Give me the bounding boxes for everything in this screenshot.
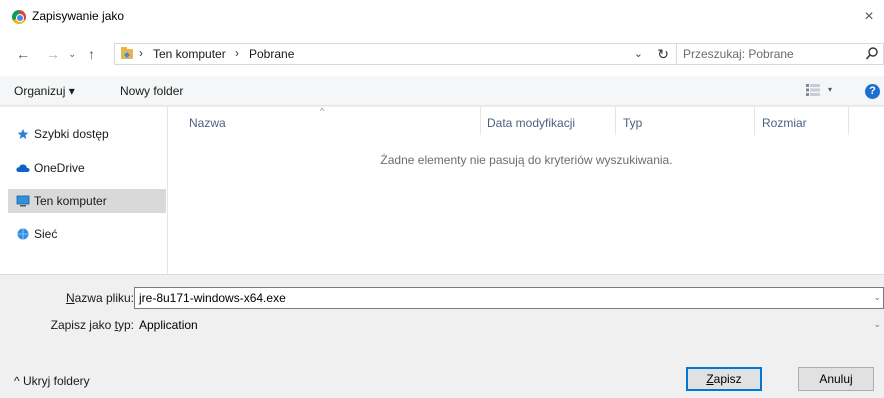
column-divider[interactable] [615,107,616,135]
close-button[interactable]: × [854,0,884,34]
organize-menu-button[interactable]: Organizuj ▾ [14,84,75,98]
cloud-icon [16,164,30,172]
sidebar-item-onedrive[interactable]: OneDrive [8,156,166,180]
save-form-panel: Nazwa pliku: jre-8u171-windows-x64.exe ⌄… [0,274,884,398]
sidebar-item-label: OneDrive [34,161,85,175]
back-button[interactable]: ← [16,46,30,62]
filename-input[interactable]: jre-8u171-windows-x64.exe ⌄ [134,287,884,309]
column-header-size[interactable]: Rozmiar [762,116,807,130]
chrome-icon [12,10,26,24]
empty-results-message: Żadne elementy nie pasują do kryteriów w… [380,153,673,167]
file-list[interactable]: ^ Nazwa Data modyfikacji Typ Rozmiar Żad… [169,106,884,274]
file-type-select[interactable]: Application ⌄ [134,314,884,336]
breadcrumb-this-pc[interactable]: Ten komputer [153,47,226,61]
sidebar-item-this-pc[interactable]: Ten komputer [8,189,166,213]
search-placeholder: Przeszukaj: Pobrane [683,47,794,61]
address-dropdown-icon[interactable]: ⌄ [634,47,643,60]
sidebar-item-label: Ten komputer [34,194,107,208]
help-icon[interactable]: ? [865,84,880,99]
column-header-type[interactable]: Typ [623,116,642,130]
recent-locations-button[interactable]: ⌄ [68,49,76,60]
view-options-icon[interactable] [806,84,820,96]
view-dropdown-icon[interactable]: ▾ [828,85,832,94]
hide-folders-button[interactable]: ^ Ukryj foldery [14,374,90,388]
navigation-pane: Szybki dostęp OneDrive Ten komputer Sieć [0,107,168,274]
file-type-value: Application [139,318,198,332]
breadcrumb-downloads[interactable]: Pobrane [249,47,294,61]
up-button[interactable]: ↑ [88,46,95,62]
window-title: Zapisywanie jako [32,9,125,23]
column-divider[interactable] [480,107,481,135]
star-icon [17,128,29,139]
filename-value: jre-8u171-windows-x64.exe [139,291,286,305]
cancel-button[interactable]: Anuluj [798,367,874,391]
column-divider[interactable] [754,107,755,135]
title-bar: Zapisywanie jako × [0,0,884,34]
sidebar-item-label: Sieć [34,227,58,241]
address-row: ← → ⌄ ↑ › Ten komputer › Pobrane ⌄ ↻ Prz… [0,34,884,76]
new-folder-button[interactable]: Nowy folder [120,84,183,98]
sidebar-item-network[interactable]: Sieć [8,222,166,246]
sidebar-item-label: Szybki dostęp [34,127,109,141]
search-icon[interactable] [865,46,879,62]
column-header-name[interactable]: Nazwa [189,116,226,130]
sort-ascending-icon: ^ [320,106,325,116]
chevron-down-icon[interactable]: ⌄ [873,292,881,303]
breadcrumb-separator-icon[interactable]: › [235,46,239,60]
column-divider[interactable] [848,107,849,135]
refresh-icon[interactable]: ↻ [657,46,669,63]
file-type-label: Zapisz jako typ: [50,318,134,332]
network-icon [17,228,29,240]
address-bar[interactable]: › Ten komputer › Pobrane ⌄ ↻ [114,43,684,65]
search-input[interactable]: Przeszukaj: Pobrane [676,43,884,65]
sidebar-item-quick-access[interactable]: Szybki dostęp [8,122,166,146]
breadcrumb-separator-icon[interactable]: › [139,46,143,60]
save-button[interactable]: Zapisz [686,367,762,391]
content-area: Szybki dostęp OneDrive Ten komputer Sieć… [0,106,884,274]
downloads-folder-icon [121,47,133,59]
forward-button[interactable]: → [46,46,60,62]
chevron-down-icon[interactable]: ⌄ [873,319,881,330]
column-header-date-modified[interactable]: Data modyfikacji [487,116,575,130]
command-toolbar: Organizuj ▾ Nowy folder ▾ ? [0,76,884,106]
computer-icon [16,195,30,207]
filename-label: Nazwa pliku: [65,291,134,305]
